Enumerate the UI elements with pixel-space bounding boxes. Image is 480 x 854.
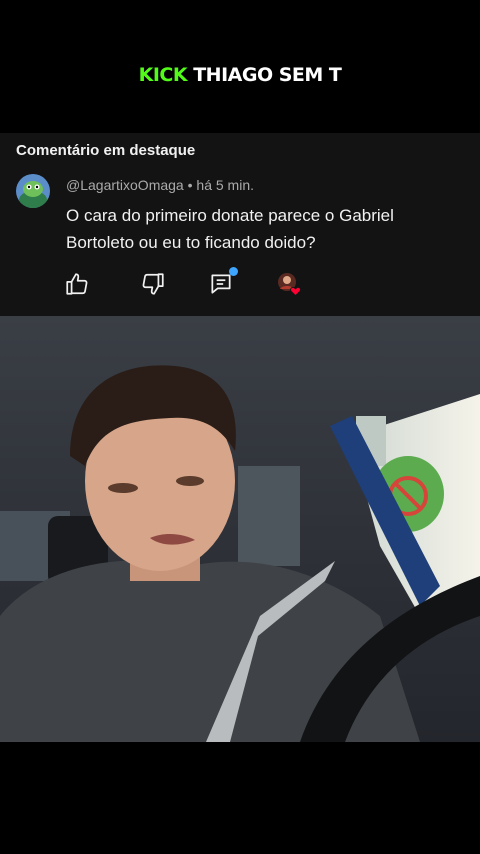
- comment-actions: [0, 267, 480, 301]
- comment-meta: @LagartixoOmaga • há 5 min.: [66, 177, 254, 193]
- creator-heart-icon[interactable]: [276, 271, 302, 297]
- reply-notification-dot: [229, 267, 238, 276]
- comment-author[interactable]: @LagartixoOmaga: [66, 177, 184, 193]
- comment-body: O cara do primeiro donate parece o Gabri…: [66, 206, 394, 252]
- avatar[interactable]: [16, 174, 50, 208]
- video-frame-image: [0, 316, 480, 742]
- kick-brand-text: KICK: [138, 64, 188, 86]
- video-title-overlay: KICK THIAGO SEM T: [0, 64, 480, 92]
- featured-comment-heading: Comentário em destaque: [16, 142, 196, 159]
- thumbs-up-icon[interactable]: [64, 271, 90, 297]
- thumbs-down-icon[interactable]: [140, 271, 166, 297]
- reply-icon[interactable]: [208, 267, 238, 297]
- meta-separator: •: [187, 177, 193, 193]
- video-player[interactable]: [0, 316, 480, 742]
- channel-name-text: THIAGO SEM T: [193, 64, 342, 86]
- comment-time: há 5 min.: [196, 177, 254, 193]
- featured-comment-card[interactable]: Comentário em destaque @LagartixoOmaga •…: [0, 133, 480, 316]
